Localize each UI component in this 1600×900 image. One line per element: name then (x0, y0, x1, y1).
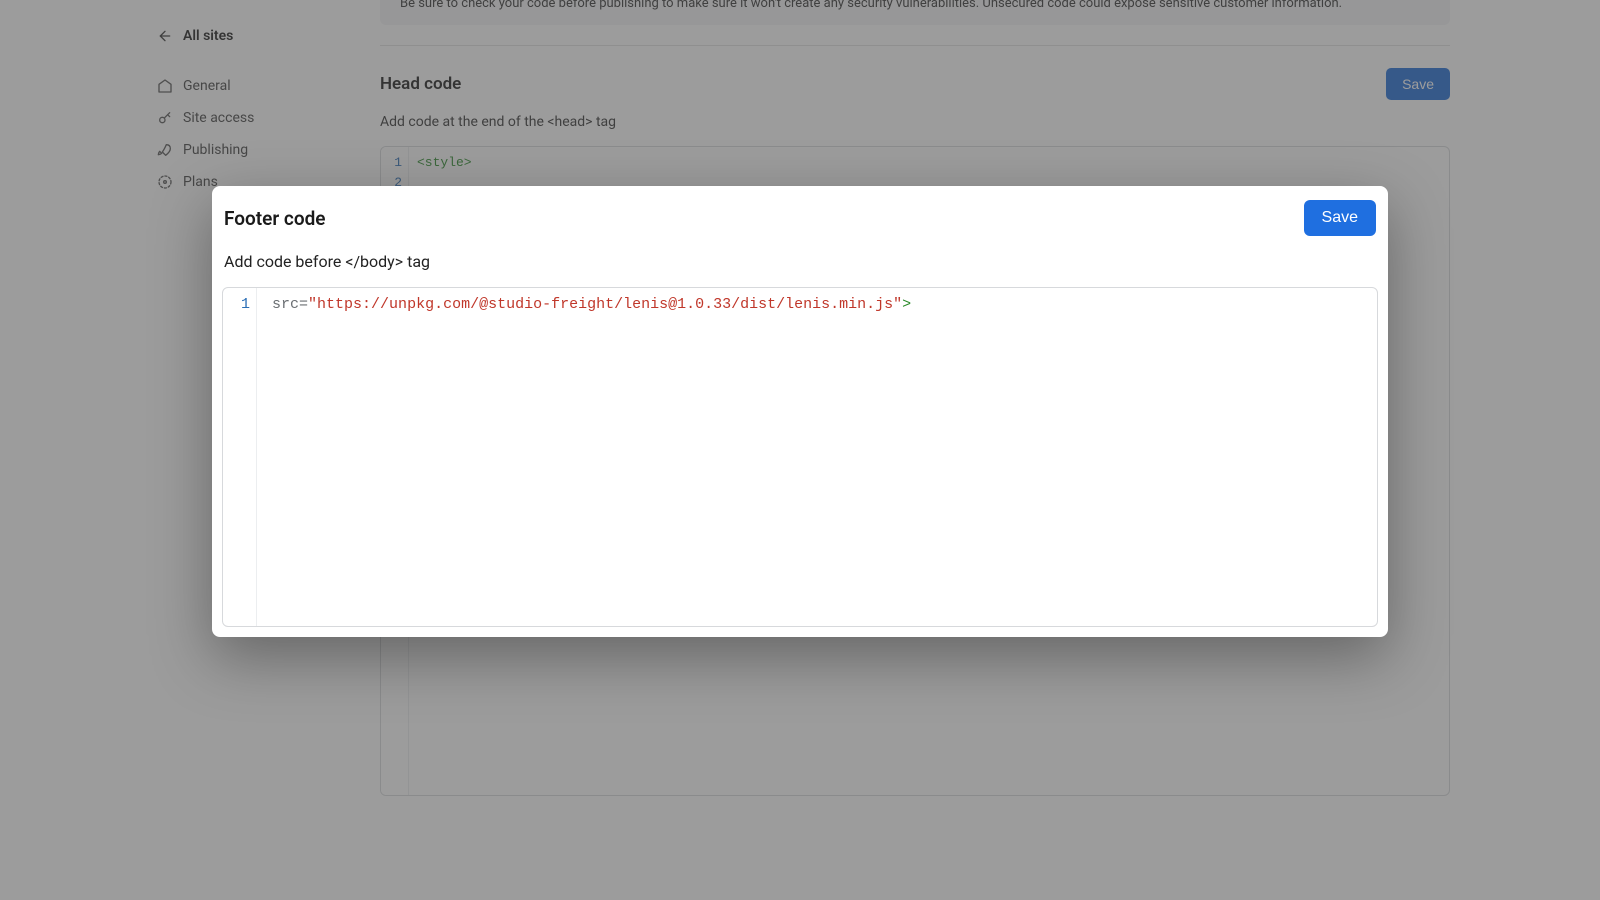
footer-code-body[interactable]: src="https://unpkg.com/@studio-freight/l… (257, 288, 1377, 626)
footer-code-gutter: 1 (223, 288, 257, 626)
footer-code-editor[interactable]: 1 src="https://unpkg.com/@studio-freight… (222, 287, 1378, 627)
footer-save-button[interactable]: Save (1304, 200, 1376, 236)
modal-overlay[interactable]: Footer code Save Add code before </body>… (0, 0, 1600, 900)
footer-modal-title: Footer code (224, 207, 326, 230)
footer-code-modal: Footer code Save Add code before </body>… (212, 186, 1388, 637)
footer-modal-subtitle: Add code before </body> tag (222, 246, 1378, 287)
footer-modal-header: Footer code Save (222, 200, 1378, 246)
